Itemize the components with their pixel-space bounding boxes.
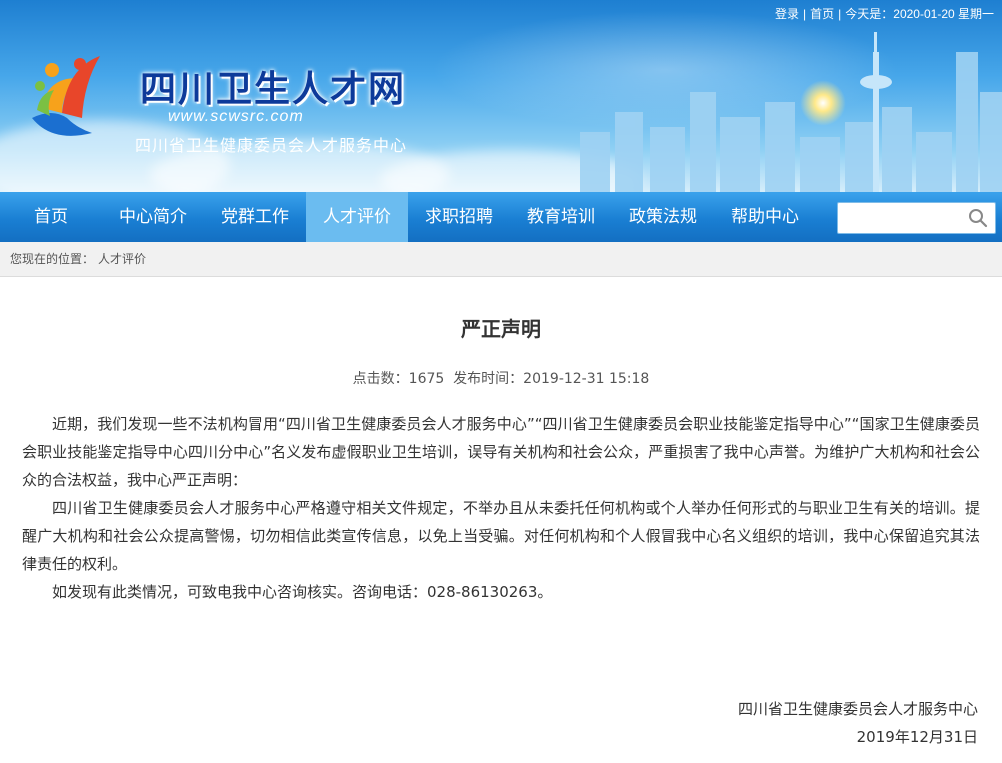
main-nav: 首页 中心简介 党群工作 人才评价 求职招聘 教育培训 政策法规 帮助中心 <box>0 192 1002 242</box>
search-icon <box>969 209 988 228</box>
nav-item-policy[interactable]: 政策法规 <box>612 192 714 242</box>
site-title[interactable]: 四川卫生人才网 <box>140 60 406 112</box>
nav-item-talent-evaluation[interactable]: 人才评价 <box>306 192 408 242</box>
site-subtitle: 四川省卫生健康委员会人才服务中心 <box>135 136 408 155</box>
search-input[interactable] <box>838 203 970 231</box>
today-date: 今天是：2020-01-20 星期一 <box>845 7 994 21</box>
signature-organization: 四川省卫生健康委员会人才服务中心 <box>737 700 978 718</box>
nav-item-party[interactable]: 党群工作 <box>204 192 306 242</box>
nav-item-training[interactable]: 教育培训 <box>510 192 612 242</box>
search-box <box>837 202 996 234</box>
article-body: 近期，我们发现一些不法机构冒用“四川省卫生健康委员会人才服务中心”“四川省卫生健… <box>22 410 980 606</box>
search-button[interactable] <box>961 203 995 233</box>
breadcrumb: 您现在的位置： 人才评价 <box>0 242 1002 277</box>
nav-item-home[interactable]: 首页 <box>0 192 102 242</box>
signature-date: 2019年12月31日 <box>856 728 978 746</box>
site-logo-icon[interactable] <box>22 48 110 148</box>
article-paragraph: 近期，我们发现一些不法机构冒用“四川省卫生健康委员会人才服务中心”“四川省卫生健… <box>22 415 980 489</box>
nav-item-jobs[interactable]: 求职招聘 <box>408 192 510 242</box>
article-signature: 四川省卫生健康委员会人才服务中心 2019年12月31日 <box>738 695 978 751</box>
home-link[interactable]: 首页 <box>810 7 834 21</box>
breadcrumb-current-link[interactable]: 人才评价 <box>98 252 146 266</box>
article-paragraph: 如发现有此类情况，可致电我中心咨询核实。咨询电话：028-86130263。 <box>52 583 553 601</box>
article-title: 严正声明 <box>461 317 541 341</box>
article: 严正声明 点击数：1675 发布时间：2019-12-31 15:18 近期，我… <box>0 277 1002 746</box>
article-paragraph: 四川省卫生健康委员会人才服务中心严格遵守相关文件规定，不举办且从未委托任何机构或… <box>22 499 980 573</box>
separator: | <box>803 7 807 21</box>
article-meta: 点击数：1675 发布时间：2019-12-31 15:18 <box>352 371 650 387</box>
separator: | <box>838 7 842 21</box>
header-banner: 登录 | 首页 | 今天是：2020-01-20 星期一 四川卫生人才网 www.scw… <box>0 0 1002 192</box>
top-links: 登录 | 首页 | 今天是：2020-01-20 星期一 <box>775 5 994 22</box>
breadcrumb-label: 您现在的位置： <box>10 252 95 266</box>
nav-item-help[interactable]: 帮助中心 <box>714 192 816 242</box>
banner-city-skyline <box>560 32 1002 192</box>
login-link[interactable]: 登录 <box>775 7 799 21</box>
site-url: www.scwsrc.com <box>168 108 304 125</box>
nav-item-about[interactable]: 中心简介 <box>102 192 204 242</box>
